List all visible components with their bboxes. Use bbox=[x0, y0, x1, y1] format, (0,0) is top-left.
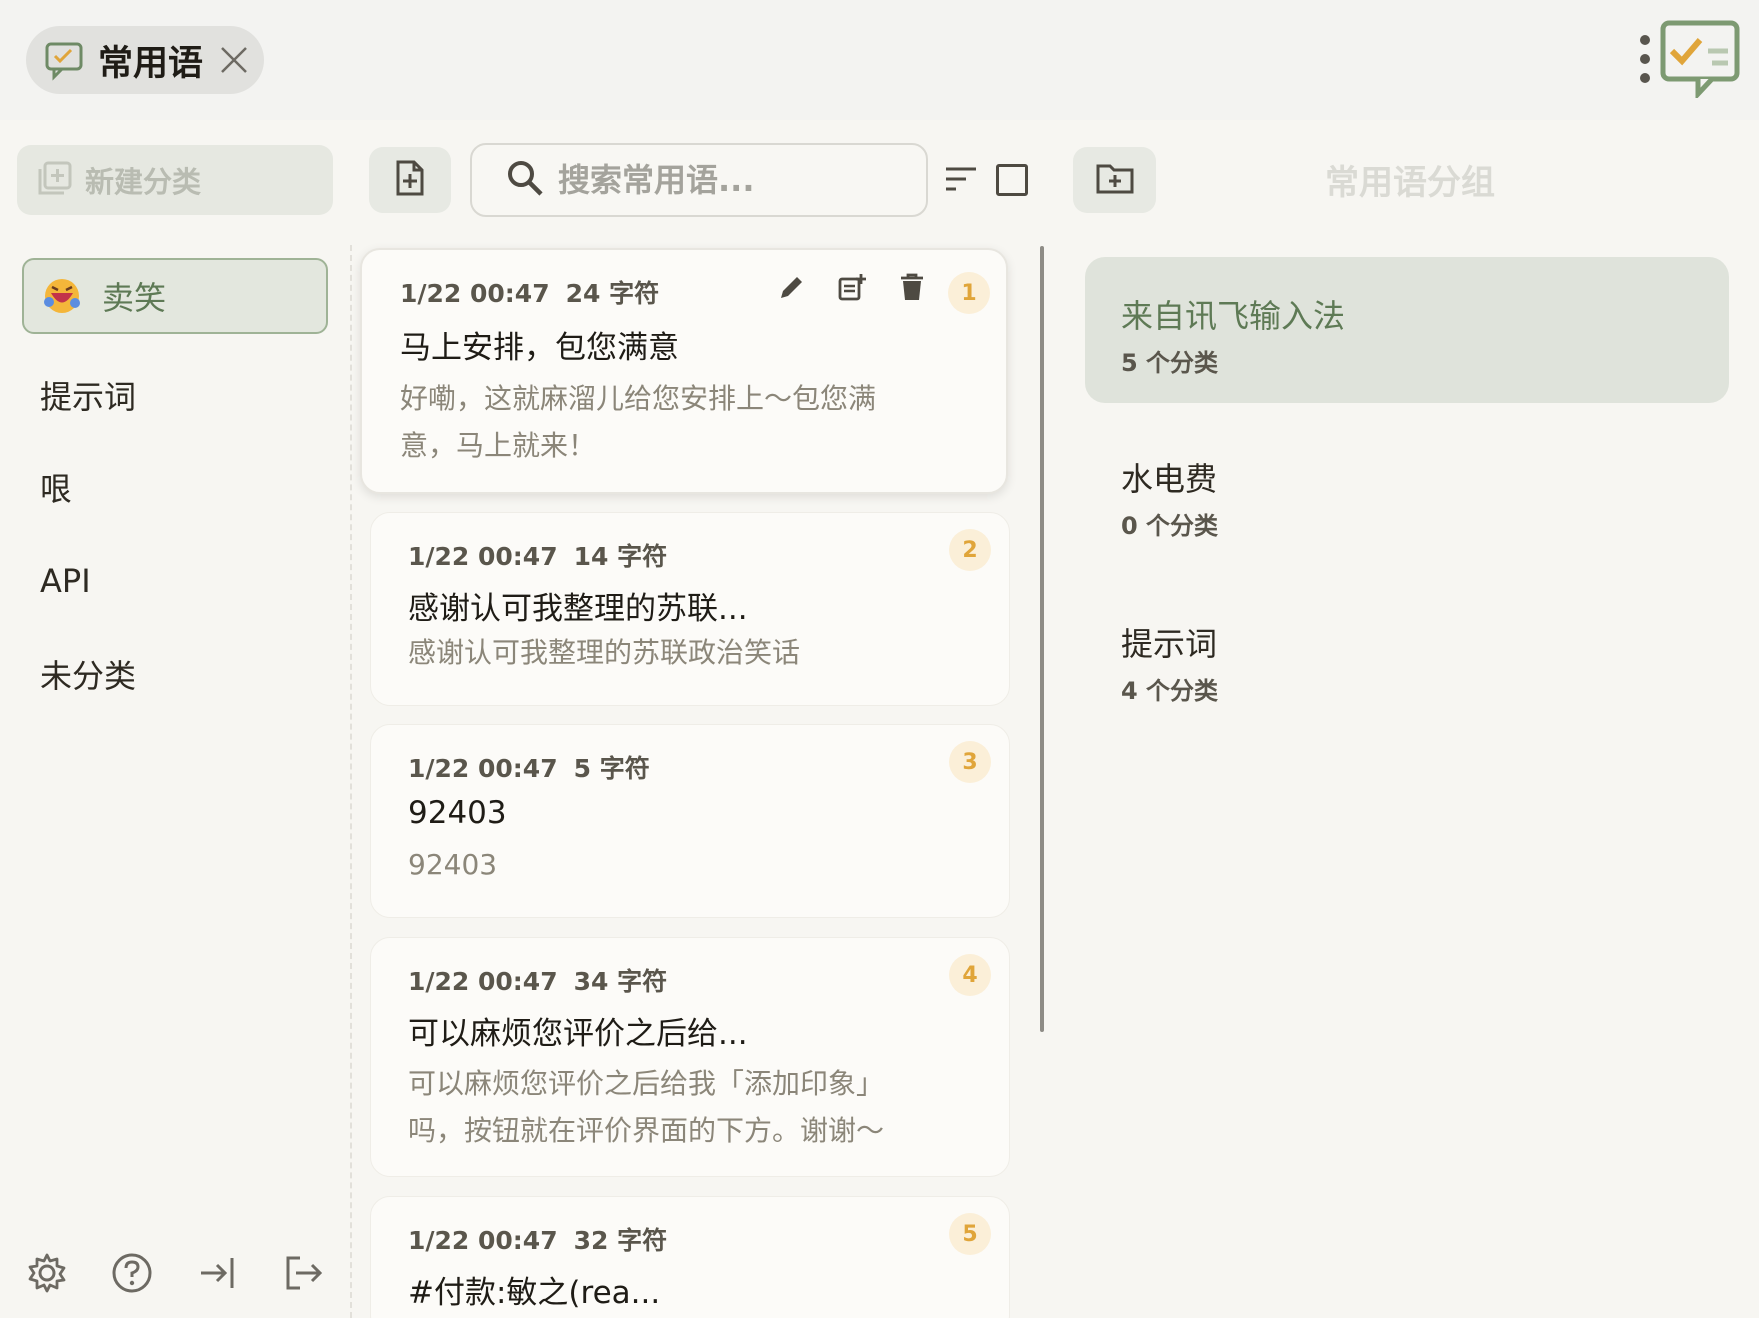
select-all-checkbox[interactable] bbox=[996, 164, 1028, 196]
card-time: 1/22 00:47 bbox=[408, 542, 558, 571]
card-title: 92403 bbox=[408, 795, 507, 831]
phrase-card[interactable]: 1/22 00:47 32 字符 5 #付款:敏之(rea... bbox=[370, 1196, 1010, 1318]
phrase-card[interactable]: 1/22 00:47 14 字符 2 感谢认可我整理的苏联... 感谢认可我整理的… bbox=[370, 512, 1010, 706]
category-label: 哏 bbox=[40, 470, 73, 508]
category-item-api[interactable]: API bbox=[22, 543, 328, 619]
list-scrollbar[interactable] bbox=[1040, 246, 1044, 1032]
tab-common-phrases[interactable]: 常用语 bbox=[26, 26, 264, 94]
laughing-emoji-icon bbox=[42, 276, 82, 316]
add-note-icon[interactable] bbox=[837, 272, 867, 302]
category-item-uncategorized[interactable]: 未分类 bbox=[22, 636, 328, 712]
card-content: 92403 bbox=[408, 848, 498, 881]
card-content: 可以麻烦您评价之后给我「添加印象」吗，按钮就在评价界面的下方。谢谢～ bbox=[408, 1067, 885, 1147]
card-title: #付款:敏之(rea... bbox=[408, 1275, 661, 1311]
app-window: 常用语 新建分类 搜索常用语... 常用语分组 卖笑 提示词 哏 API 未分类… bbox=[0, 0, 1759, 1318]
group-name: 提示词 bbox=[1121, 625, 1218, 663]
card-index-badge: 5 bbox=[949, 1213, 991, 1255]
card-meta: 1/22 00:47 32 字符 bbox=[408, 1221, 667, 1257]
card-time: 1/22 00:47 bbox=[408, 754, 558, 783]
card-char-count: 14 字符 bbox=[573, 542, 668, 571]
card-time: 1/22 00:47 bbox=[400, 279, 550, 308]
category-item-prompts[interactable]: 提示词 bbox=[22, 357, 328, 433]
new-group-button[interactable] bbox=[1073, 147, 1156, 213]
category-label: API bbox=[40, 562, 91, 600]
card-time: 1/22 00:47 bbox=[408, 967, 558, 996]
category-item-jokes[interactable]: 哏 bbox=[22, 449, 328, 525]
new-category-button[interactable]: 新建分类 bbox=[17, 145, 333, 215]
group-count: 0 个分类 bbox=[1121, 512, 1219, 540]
new-item-button[interactable] bbox=[369, 147, 451, 213]
close-icon[interactable] bbox=[218, 44, 250, 76]
card-title: 马上安排，包您满意 bbox=[400, 330, 679, 366]
new-category-label: 新建分类 bbox=[85, 165, 202, 199]
card-meta: 1/22 00:47 34 字符 bbox=[408, 962, 667, 998]
new-file-icon bbox=[394, 160, 426, 200]
groups-header: 常用语分组 bbox=[1325, 163, 1495, 203]
card-index-badge: 1 bbox=[948, 272, 990, 314]
group-item-utilities[interactable]: 水电费 0 个分类 bbox=[1085, 420, 1729, 566]
more-menu-icon[interactable] bbox=[1635, 32, 1655, 86]
card-time: 1/22 00:47 bbox=[408, 1226, 558, 1255]
app-logo-icon bbox=[1658, 18, 1744, 101]
phrase-card[interactable]: 1/22 00:47 5 字符 3 92403 92403 bbox=[370, 724, 1010, 918]
card-title: 可以麻烦您评价之后给... bbox=[408, 1016, 748, 1052]
group-item-prompts[interactable]: 提示词 4 个分类 bbox=[1085, 585, 1729, 731]
phrase-card[interactable]: 1/22 00:47 34 字符 4 可以麻烦您评价之后给... 可以麻烦您评价之… bbox=[370, 937, 1010, 1177]
export-icon[interactable] bbox=[282, 1252, 324, 1294]
add-square-icon bbox=[37, 160, 73, 200]
sidebar-divider bbox=[350, 245, 352, 1318]
sort-icon[interactable] bbox=[944, 164, 978, 194]
tab-label: 常用语 bbox=[98, 43, 204, 84]
group-name: 来自讯飞输入法 bbox=[1121, 297, 1346, 335]
card-meta: 1/22 00:47 5 字符 bbox=[408, 749, 650, 785]
category-item-selling-laughs[interactable]: 卖笑 bbox=[22, 258, 328, 334]
settings-gear-icon[interactable] bbox=[26, 1252, 68, 1294]
card-char-count: 34 字符 bbox=[573, 967, 668, 996]
group-count: 4 个分类 bbox=[1121, 677, 1219, 705]
card-index-badge: 3 bbox=[949, 741, 991, 783]
edit-pencil-icon[interactable] bbox=[777, 272, 807, 302]
category-label: 卖笑 bbox=[102, 279, 167, 317]
card-meta: 1/22 00:47 14 字符 bbox=[408, 537, 667, 573]
group-item-xunfei[interactable]: 来自讯飞输入法 5 个分类 bbox=[1085, 257, 1729, 403]
chat-check-icon bbox=[44, 39, 86, 81]
search-box[interactable] bbox=[470, 143, 928, 217]
card-content: 感谢认可我整理的苏联政治笑话 bbox=[408, 636, 801, 669]
phrase-card[interactable]: 1/22 00:47 24 字符 1 马上安排，包您满意 好嘞，这就麻溜儿给您安… bbox=[360, 248, 1008, 494]
card-char-count: 5 字符 bbox=[573, 754, 650, 783]
card-meta: 1/22 00:47 24 字符 bbox=[400, 274, 659, 310]
card-char-count: 24 字符 bbox=[565, 279, 660, 308]
category-label: 未分类 bbox=[40, 657, 137, 695]
category-label: 提示词 bbox=[40, 378, 137, 416]
delete-trash-icon[interactable] bbox=[897, 272, 927, 302]
card-char-count: 32 字符 bbox=[573, 1226, 668, 1255]
group-name: 水电费 bbox=[1121, 460, 1218, 498]
title-bar: 常用语 bbox=[0, 0, 1759, 120]
card-index-badge: 4 bbox=[949, 954, 991, 996]
search-input[interactable] bbox=[558, 161, 918, 199]
card-index-badge: 2 bbox=[949, 529, 991, 571]
help-icon[interactable] bbox=[111, 1252, 153, 1294]
group-count: 5 个分类 bbox=[1121, 349, 1219, 377]
card-content: 好嘞，这就麻溜儿给您安排上～包您满意，马上就来！ bbox=[400, 382, 877, 462]
card-actions bbox=[777, 272, 927, 302]
folder-add-icon bbox=[1096, 162, 1134, 198]
import-icon[interactable] bbox=[197, 1252, 239, 1294]
card-title: 感谢认可我整理的苏联... bbox=[408, 591, 748, 627]
search-icon bbox=[506, 159, 544, 201]
